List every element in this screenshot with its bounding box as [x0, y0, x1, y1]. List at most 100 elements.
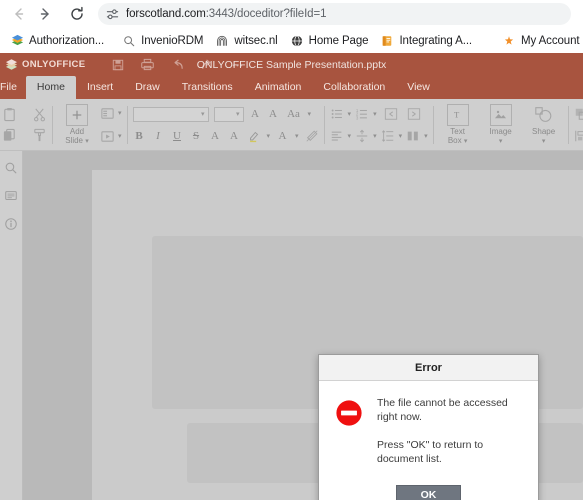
decrease-font-size-icon[interactable]: A — [267, 108, 280, 120]
strikeout-button[interactable]: S — [190, 130, 203, 142]
tab-view[interactable]: View — [396, 76, 441, 99]
about-icon[interactable] — [4, 217, 18, 231]
chevron-down-icon[interactable]: ▾ — [267, 132, 271, 140]
bookmark-label: witsec.nl — [234, 34, 278, 47]
text-box-button[interactable]: T Text Box ▾ — [439, 103, 477, 146]
site-settings-icon[interactable] — [106, 8, 119, 21]
svg-text:3: 3 — [356, 115, 359, 120]
chevron-down-icon[interactable]: ▾ — [373, 110, 377, 118]
numbering-icon[interactable]: 123 — [355, 107, 369, 121]
bookmark-inveniordm[interactable]: InvenioRDM — [116, 31, 209, 51]
align-icon[interactable] — [574, 129, 583, 143]
increase-font-size-icon[interactable]: A — [249, 108, 262, 120]
bookmark-witsec[interactable]: witsec.nl — [209, 31, 283, 51]
redo-icon[interactable] — [201, 58, 214, 71]
chevron-down-icon[interactable]: ▾ — [399, 132, 403, 140]
tab-home[interactable]: Home — [25, 76, 76, 99]
slide-thumbnails-pane[interactable] — [23, 151, 92, 500]
image-icon — [489, 103, 512, 126]
chevron-down-icon[interactable]: ▾ — [373, 132, 377, 140]
chevron-down-icon[interactable]: ▾ — [348, 132, 352, 140]
format-painter-icon[interactable] — [32, 128, 47, 143]
undo-icon[interactable] — [171, 58, 184, 71]
onlyoffice-logo[interactable]: ONLYOFFICE — [5, 58, 85, 71]
forward-button[interactable] — [32, 1, 58, 27]
tab-draw[interactable]: Draw — [124, 76, 171, 99]
save-icon[interactable] — [112, 59, 124, 71]
line-spacing-icon[interactable] — [381, 129, 395, 143]
tab-collaboration[interactable]: Collaboration — [312, 76, 396, 99]
shape-button[interactable]: Shape ▾ — [525, 104, 563, 146]
add-slide-button[interactable]: Add Slide ▾ — [58, 103, 96, 146]
bookmark-label: Home Page — [308, 34, 369, 47]
url-path: :3443/doceditor?fileId=1 — [205, 8, 327, 20]
print-icon[interactable] — [141, 58, 155, 71]
shape-label: Shape — [532, 126, 556, 136]
change-case-icon[interactable]: Aa — [285, 108, 303, 120]
font-color-button[interactable]: A — [276, 130, 289, 142]
paste-icon[interactable] — [2, 107, 17, 122]
bookmark-authorization[interactable]: Authorization... — [4, 31, 110, 51]
bold-button[interactable]: B — [133, 130, 146, 142]
chevron-down-icon[interactable]: ▾ — [308, 110, 312, 118]
book-icon — [380, 34, 394, 48]
font-size-select[interactable]: ▾ — [213, 106, 244, 122]
vertical-align-icon[interactable] — [355, 129, 369, 143]
chevron-down-icon[interactable]: ▾ — [424, 132, 428, 140]
bookmark-integrating[interactable]: Integrating A... — [374, 31, 478, 51]
italic-button[interactable]: I — [152, 130, 165, 142]
decrease-indent-icon[interactable] — [384, 107, 398, 121]
clear-style-icon[interactable] — [305, 129, 319, 143]
chevron-down-icon: ▾ — [463, 137, 468, 145]
chevron-down-icon[interactable]: ▾ — [348, 110, 352, 118]
url-text: forscotland.com:3443/doceditor?fileId=1 — [126, 8, 326, 20]
tab-transitions[interactable]: Transitions — [171, 76, 244, 99]
star-burst-icon — [502, 34, 516, 48]
error-dialog-body: The file cannot be accessed right now. P… — [319, 381, 538, 476]
browser-nav-row: forscotland.com:3443/doceditor?fileId=1 — [0, 0, 583, 28]
start-slideshow-icon[interactable] — [100, 129, 115, 144]
tab-animation[interactable]: Animation — [244, 76, 313, 99]
chevron-down-icon[interactable]: ▾ — [118, 109, 122, 117]
bookmark-home-page[interactable]: Home Page — [284, 31, 375, 51]
reload-button[interactable] — [64, 1, 90, 27]
bookmark-my-account[interactable]: My Account | T... — [496, 31, 583, 51]
onlyoffice-mark-icon — [5, 59, 18, 70]
url-host: forscotland.com — [126, 8, 206, 20]
chevron-down-icon: ▾ — [498, 137, 503, 145]
copy-icon[interactable] — [2, 128, 17, 143]
columns-icon[interactable] — [406, 129, 420, 143]
back-button[interactable] — [6, 1, 32, 27]
editor-titlebar: ONLYOFFICE ONLYOFFICE Sample Presentatio… — [0, 53, 583, 76]
highlight-color-icon[interactable] — [247, 129, 261, 143]
subscript-button[interactable]: A — [228, 130, 241, 142]
shape-icon — [534, 104, 554, 126]
increase-indent-icon[interactable] — [407, 107, 421, 121]
left-sidebar — [0, 151, 23, 500]
tab-insert[interactable]: Insert — [76, 76, 124, 99]
ribbon-toolbar: Add Slide ▾ ▾ ▾ ▾ ▾ A A Aa ▾ B I U S A A… — [0, 99, 583, 151]
chevron-down-icon[interactable]: ▾ — [118, 132, 122, 140]
change-layout-icon[interactable] — [100, 106, 115, 121]
error-dialog-footer: OK — [319, 476, 538, 500]
font-name-select[interactable]: ▾ — [132, 106, 209, 122]
cut-icon[interactable] — [32, 107, 47, 122]
horizontal-align-icon[interactable] — [330, 129, 344, 143]
browser-chrome: forscotland.com:3443/doceditor?fileId=1 … — [0, 0, 583, 53]
ok-button[interactable]: OK — [396, 485, 461, 500]
address-bar[interactable]: forscotland.com:3443/doceditor?fileId=1 — [98, 3, 571, 25]
ribbon-group-insert: T Text Box ▾ Image ▾ Shape ▾ — [434, 99, 568, 150]
tab-file[interactable]: File — [0, 76, 26, 99]
bullets-icon[interactable] — [330, 107, 344, 121]
plus-icon — [66, 103, 88, 126]
comments-icon[interactable] — [4, 189, 18, 203]
no-entry-icon — [335, 399, 363, 432]
search-icon[interactable] — [4, 161, 18, 175]
underline-button[interactable]: U — [171, 130, 184, 142]
more-icon[interactable] — [231, 58, 244, 71]
superscript-button[interactable]: A — [209, 130, 222, 142]
image-button[interactable]: Image ▾ — [482, 103, 520, 146]
ribbon-group-arrange: ▾ ▾ — [569, 99, 583, 150]
chevron-down-icon[interactable]: ▾ — [295, 132, 299, 140]
arrange-icon[interactable] — [574, 107, 583, 121]
